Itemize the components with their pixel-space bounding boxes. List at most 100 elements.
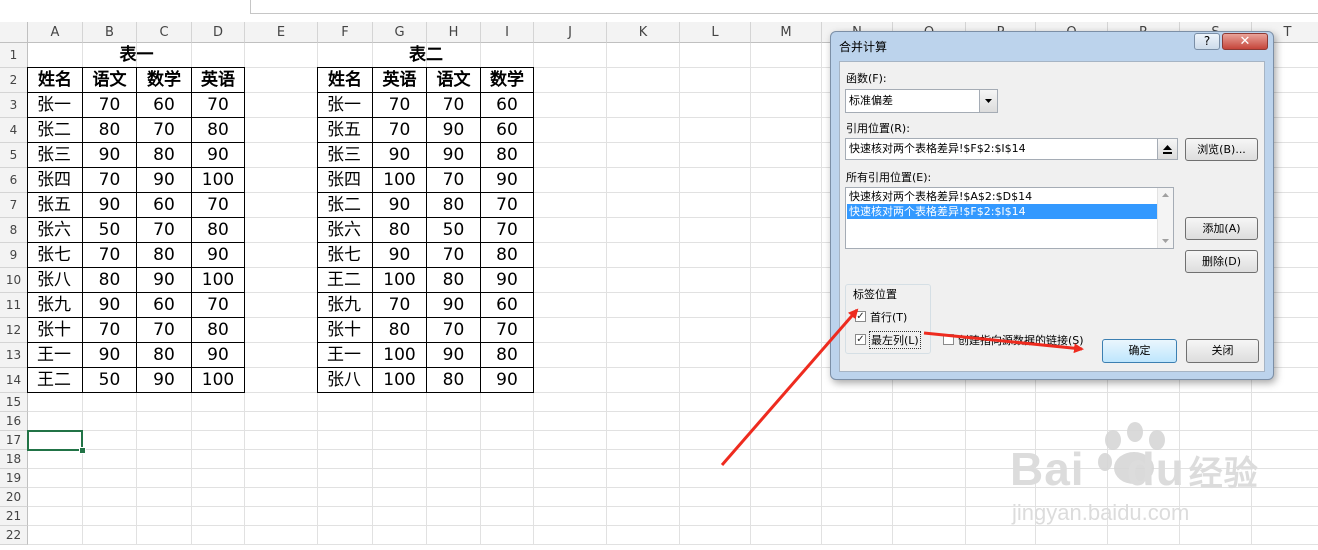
table1-cell[interactable]: 张五 xyxy=(28,193,83,218)
table1-cell[interactable]: 70 xyxy=(83,318,137,343)
close-icon[interactable]: ✕ xyxy=(1222,33,1268,50)
table2-header-cell[interactable]: 语文 xyxy=(427,68,481,93)
table1-cell[interactable]: 90 xyxy=(83,143,137,168)
table2-cell[interactable]: 张六 xyxy=(318,218,373,243)
formula-input[interactable] xyxy=(250,0,1318,14)
create-links-checkbox[interactable] xyxy=(943,334,954,345)
table1-cell[interactable]: 张十 xyxy=(28,318,83,343)
table1-cell[interactable]: 100 xyxy=(192,168,245,193)
table1-cell[interactable]: 100 xyxy=(192,368,245,393)
table2-cell[interactable]: 70 xyxy=(427,243,481,268)
column-header[interactable]: C xyxy=(137,22,192,43)
row-header[interactable]: 17 xyxy=(0,431,28,450)
table2-cell[interactable]: 70 xyxy=(427,93,481,118)
table1-cell[interactable]: 70 xyxy=(83,168,137,193)
table2-cell[interactable]: 100 xyxy=(373,268,427,293)
table2-header-cell[interactable]: 英语 xyxy=(373,68,427,93)
row-header[interactable]: 14 xyxy=(0,368,28,393)
table2-cell[interactable]: 80 xyxy=(481,343,534,368)
table1-cell[interactable]: 90 xyxy=(192,343,245,368)
table2-cell[interactable]: 100 xyxy=(373,368,427,393)
table1-cell[interactable]: 90 xyxy=(83,193,137,218)
column-header[interactable]: K xyxy=(607,22,680,43)
table1-cell[interactable]: 60 xyxy=(137,193,192,218)
table1-header-cell[interactable]: 数学 xyxy=(137,68,192,93)
table2-cell[interactable]: 50 xyxy=(427,218,481,243)
table2-cell[interactable]: 60 xyxy=(481,118,534,143)
table2-cell[interactable]: 70 xyxy=(481,318,534,343)
table1-cell[interactable]: 张一 xyxy=(28,93,83,118)
row-header[interactable]: 9 xyxy=(0,243,28,268)
table2-cell[interactable]: 王一 xyxy=(318,343,373,368)
table2-cell[interactable]: 70 xyxy=(373,293,427,318)
browse-button[interactable]: 浏览(B)... xyxy=(1185,138,1258,161)
chevron-down-icon[interactable] xyxy=(979,90,997,112)
table2-cell[interactable]: 70 xyxy=(481,218,534,243)
table2-cell[interactable]: 90 xyxy=(481,168,534,193)
table2-cell[interactable]: 80 xyxy=(481,143,534,168)
table2-cell[interactable]: 张一 xyxy=(318,93,373,118)
column-header[interactable]: L xyxy=(680,22,751,43)
table2-cell[interactable]: 60 xyxy=(481,93,534,118)
table1-cell[interactable]: 90 xyxy=(192,243,245,268)
ok-button[interactable]: 确定 xyxy=(1102,339,1177,363)
table1-cell[interactable]: 80 xyxy=(137,343,192,368)
table1-cell[interactable]: 张四 xyxy=(28,168,83,193)
table2-cell[interactable]: 张五 xyxy=(318,118,373,143)
table1-cell[interactable]: 70 xyxy=(137,118,192,143)
table2-cell[interactable]: 90 xyxy=(481,368,534,393)
table2-cell[interactable]: 90 xyxy=(373,143,427,168)
close-button[interactable]: 关闭 xyxy=(1186,339,1259,363)
row-header[interactable]: 10 xyxy=(0,268,28,293)
table2-cell[interactable]: 张十 xyxy=(318,318,373,343)
table1-header-cell[interactable]: 英语 xyxy=(192,68,245,93)
row-header[interactable]: 5 xyxy=(0,143,28,168)
table1-cell[interactable]: 张六 xyxy=(28,218,83,243)
row-header[interactable]: 18 xyxy=(0,450,28,469)
function-select[interactable]: 标准偏差 xyxy=(845,89,998,113)
table1-cell[interactable]: 80 xyxy=(83,118,137,143)
table1-cell[interactable]: 王一 xyxy=(28,343,83,368)
table2-cell[interactable]: 80 xyxy=(427,193,481,218)
row-header[interactable]: 6 xyxy=(0,168,28,193)
row-header[interactable]: 12 xyxy=(0,318,28,343)
row-header[interactable]: 2 xyxy=(0,68,28,93)
row-header[interactable]: 3 xyxy=(0,93,28,118)
table2-cell[interactable]: 70 xyxy=(427,318,481,343)
row-header[interactable]: 21 xyxy=(0,507,28,526)
table1-cell[interactable]: 90 xyxy=(192,143,245,168)
row-header[interactable]: 7 xyxy=(0,193,28,218)
row-header[interactable]: 4 xyxy=(0,118,28,143)
table1-cell[interactable]: 70 xyxy=(192,93,245,118)
table2-cell[interactable]: 张九 xyxy=(318,293,373,318)
list-item-selected[interactable]: 快速核对两个表格差异!$F$2:$I$14 xyxy=(847,204,1158,219)
table2-cell[interactable]: 张三 xyxy=(318,143,373,168)
table1-cell[interactable]: 80 xyxy=(137,143,192,168)
table2-cell[interactable]: 90 xyxy=(481,268,534,293)
table1-cell[interactable]: 70 xyxy=(137,318,192,343)
table2-cell[interactable]: 张八 xyxy=(318,368,373,393)
table2-cell[interactable]: 80 xyxy=(427,268,481,293)
row-header[interactable]: 15 xyxy=(0,393,28,412)
table1-cell[interactable]: 张八 xyxy=(28,268,83,293)
table2-cell[interactable]: 90 xyxy=(427,293,481,318)
table2-cell[interactable]: 80 xyxy=(373,318,427,343)
collapse-dialog-icon[interactable] xyxy=(1157,139,1177,159)
table2-cell[interactable]: 张四 xyxy=(318,168,373,193)
row-header[interactable]: 11 xyxy=(0,293,28,318)
first-row-checkbox[interactable]: ✓ xyxy=(855,311,866,322)
table1-cell[interactable]: 80 xyxy=(192,118,245,143)
column-header[interactable]: E xyxy=(245,22,318,43)
row-header[interactable]: 19 xyxy=(0,469,28,488)
table1-cell[interactable]: 90 xyxy=(137,168,192,193)
table1-cell[interactable]: 70 xyxy=(137,218,192,243)
table1-cell[interactable]: 70 xyxy=(83,243,137,268)
table1-cell[interactable]: 张九 xyxy=(28,293,83,318)
column-header[interactable]: H xyxy=(427,22,481,43)
table1-cell[interactable]: 90 xyxy=(83,293,137,318)
table2-cell[interactable]: 张七 xyxy=(318,243,373,268)
row-header[interactable]: 16 xyxy=(0,412,28,431)
table2-cell[interactable]: 100 xyxy=(373,168,427,193)
row-header[interactable]: 20 xyxy=(0,488,28,507)
table2-cell[interactable]: 80 xyxy=(427,368,481,393)
